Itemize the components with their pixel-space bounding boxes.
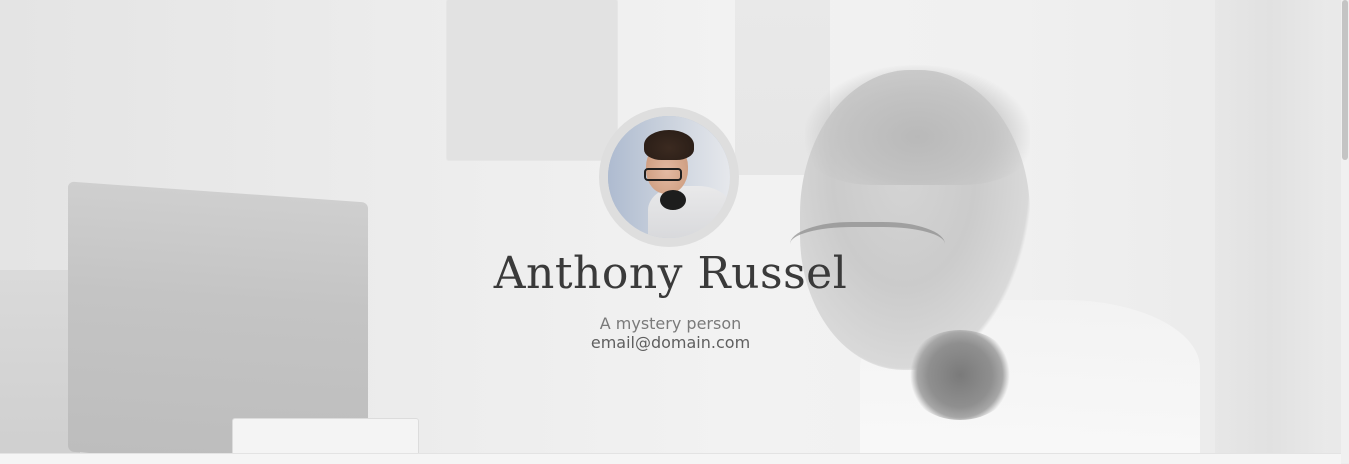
background-pillar (1215, 0, 1325, 453)
background-laptop (232, 418, 419, 453)
avatar (608, 116, 730, 238)
avatar-shirt (648, 186, 730, 238)
avatar-ring (599, 107, 739, 247)
hero-banner: Anthony Russel A mystery person email@do… (0, 0, 1341, 453)
avatar-headphones (660, 190, 686, 210)
vertical-scrollbar[interactable] (1341, 0, 1349, 463)
background-picture-frame (447, 0, 617, 160)
profile-description: A mystery person (599, 314, 742, 333)
profile-name: Anthony Russel (493, 248, 848, 299)
background-person-hair (805, 65, 1030, 185)
avatar-glasses (644, 168, 682, 181)
scrollbar-thumb[interactable] (1342, 0, 1348, 160)
profile-email[interactable]: email@domain.com (0, 333, 1341, 353)
avatar-hair (644, 130, 694, 160)
page-content-edge (0, 453, 1341, 464)
